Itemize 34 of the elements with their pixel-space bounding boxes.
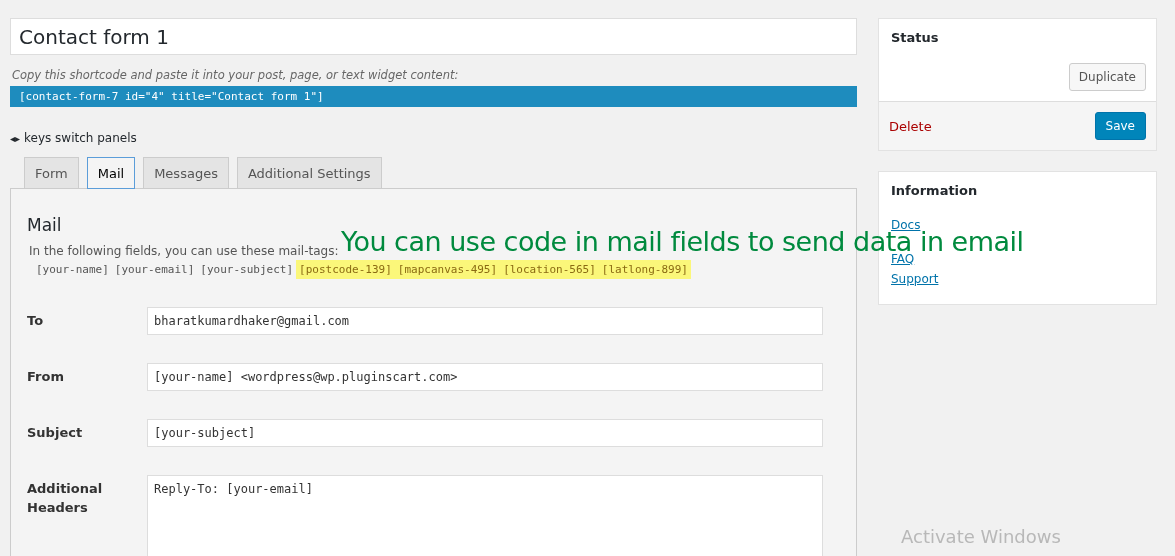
tab[interactable]: Mail — [86, 157, 136, 189]
input-field[interactable]: [your-subject] — [147, 419, 823, 447]
title-field[interactable]: Contact form 1 — [10, 18, 857, 55]
shortcode-hint: Copy this shortcode and paste it into your post, page, or text widget content: — [12, 68, 460, 82]
delete-link[interactable]: Delete — [889, 118, 932, 134]
activate-windows-notice: Activate Windows — [901, 526, 1061, 547]
input-field[interactable]: [your-name] <wordpress@wp.pluginscart.com> — [147, 363, 823, 391]
mail-tag: [location-565] — [500, 260, 599, 279]
mail-tag: [your-email] — [111, 260, 198, 279]
tab[interactable]: Messages — [143, 157, 229, 188]
box-title: Status — [890, 29, 940, 45]
tab[interactable]: Form — [24, 157, 79, 188]
box-title: Information — [890, 182, 979, 198]
shortcode-field[interactable]: [contact-form-7 id="4" title="Contact form 1"] — [10, 86, 857, 107]
mail-tags-intro: In the following fields, you can use these mail-tags: — [29, 244, 339, 258]
mail-tag: [latlong-899] — [598, 260, 691, 279]
mail-tag: [your-subject] — [197, 260, 297, 279]
field-label: Additional Headers — [27, 480, 104, 517]
info-link[interactable]: FAQ — [891, 252, 915, 266]
info-link[interactable]: Support — [891, 272, 939, 286]
mail-tag: [mapcanvas-495] — [394, 260, 501, 279]
field-label: To — [27, 312, 45, 330]
duplicate-button[interactable]: Duplicate — [1068, 63, 1146, 91]
save-button[interactable]: Save — [1094, 112, 1146, 140]
panel-heading: Mail — [27, 215, 63, 235]
field-label: Subject — [27, 424, 84, 442]
textarea-field[interactable]: Reply-To: [your-email] — [147, 475, 823, 556]
field-label: From — [27, 368, 65, 386]
input-field[interactable]: bharatkumardhaker@gmail.com — [147, 307, 823, 335]
keys-hint: keys switch panels — [24, 131, 137, 145]
arrows-icon: ◂▸ — [10, 132, 21, 144]
tab[interactable]: Additional Settings — [236, 157, 382, 188]
mail-tag: [your-name] — [33, 260, 112, 279]
mail-tag: [postcode-139] — [296, 260, 395, 279]
